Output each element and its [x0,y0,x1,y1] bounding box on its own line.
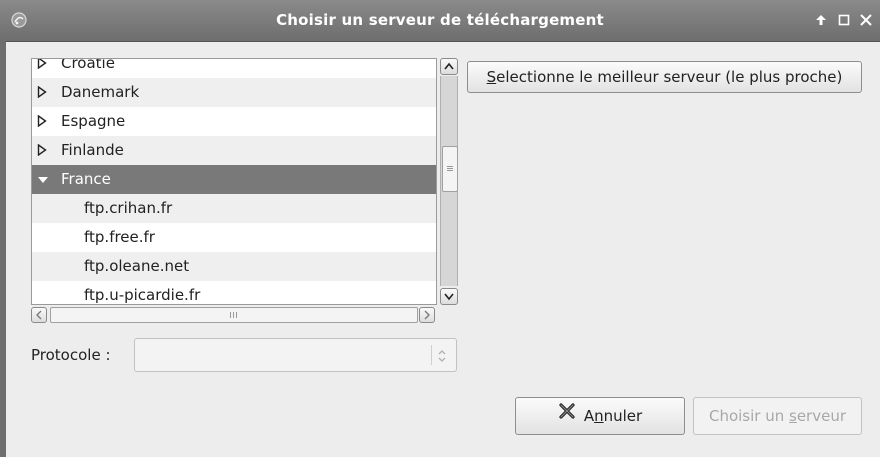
button-mnemonic: s [789,407,797,425]
button-mnemonic: n [594,407,604,425]
expander-collapsed-icon[interactable] [37,59,51,78]
window-title: Choisir un serveur de téléchargement [276,11,604,29]
expander-collapsed-icon[interactable] [37,136,51,165]
chevron-up-icon [444,62,454,70]
scroll-left-button[interactable] [31,307,47,323]
expander-expanded-icon[interactable] [37,165,51,194]
tree-row-label: France [61,170,111,188]
button-mnemonic: S [486,68,497,86]
title-bar[interactable]: Choisir un serveur de téléchargement [0,0,880,42]
server-tree[interactable]: Croatie Danemark Espagne Finlande France… [31,58,437,305]
vertical-scrollbar[interactable] [440,58,458,305]
tree-row-label: Danemark [61,83,140,101]
tree-row-label: Espagne [61,112,126,130]
tree-row-server[interactable]: ftp.crihan.fr [32,194,436,223]
cancel-icon [558,397,576,433]
scroll-thumb[interactable] [442,146,458,192]
window-frame [0,41,6,457]
combo-separator [431,345,432,365]
tree-row-label: ftp.u-picardie.fr [84,286,201,304]
button-label: nuler [603,407,643,425]
select-best-server-button[interactable]: Selectionne le meilleur serveur (le plus… [467,61,862,93]
expander-collapsed-icon[interactable] [37,78,51,107]
scroll-up-button[interactable] [440,58,458,75]
protocol-select[interactable] [134,338,457,372]
tree-row-country[interactable]: Croatie [32,58,436,78]
button-label: A [583,407,595,425]
maximize-icon[interactable] [836,12,852,28]
scroll-thumb[interactable] [50,307,418,323]
tree-row-server[interactable]: ftp.oleane.net [32,252,436,281]
scroll-down-button[interactable] [440,288,458,305]
tree-row-server[interactable]: ftp.free.fr [32,223,436,252]
tree-row-server[interactable]: ftp.u-picardie.fr [32,281,436,304]
scroll-right-button[interactable] [419,307,435,323]
chevron-left-icon [36,310,42,320]
button-label: electionne le meilleur serveur (le plus … [496,68,843,86]
tree-row-country-selected[interactable]: France [32,165,436,194]
tree-row-country[interactable]: Finlande [32,136,436,165]
chevron-right-icon [424,310,430,320]
horizontal-scrollbar[interactable] [31,307,437,323]
tree-row-country[interactable]: Espagne [32,107,436,136]
cancel-button[interactable]: Annuler [515,397,685,435]
tree-row-label: Croatie [61,58,115,72]
tree-row-label: ftp.free.fr [84,228,155,246]
button-label: Choisir un [708,407,789,425]
scroll-track[interactable] [440,76,458,286]
expander-collapsed-icon[interactable] [37,107,51,136]
protocol-label: Protocole : [31,346,111,364]
tree-row-country[interactable]: Danemark [32,78,436,107]
close-icon[interactable] [858,12,874,28]
tree-row-label: ftp.crihan.fr [84,199,173,217]
button-label: erveur [796,407,847,425]
tree-row-label: Finlande [61,141,124,159]
always-on-top-icon[interactable] [813,12,829,28]
up-down-arrows-icon [436,348,448,368]
chevron-down-icon [444,293,454,301]
choose-server-button[interactable]: Choisir un serveur [693,397,862,435]
tree-row-label: ftp.oleane.net [84,257,190,275]
